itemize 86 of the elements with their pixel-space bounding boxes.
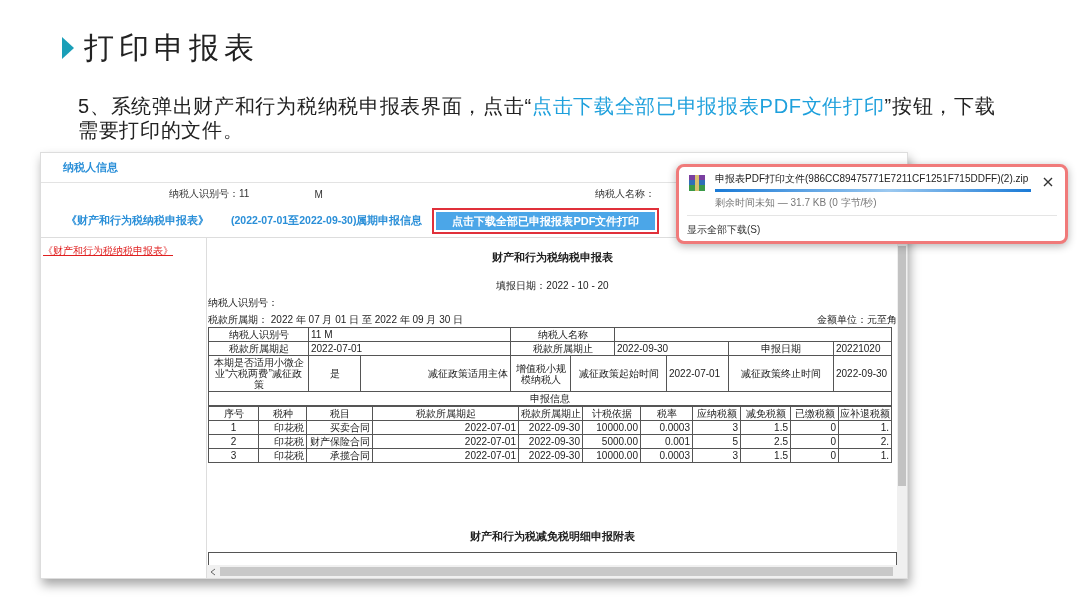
document-title: 财产和行为税纳税申报表	[492, 251, 613, 263]
tax-period-line: 税款所属期： 2022 年 07 月 01 日 至 2022 年 09 月 30 日	[208, 313, 464, 327]
table-cell: 1.5	[740, 420, 791, 435]
slide-title: 打印申报表	[84, 29, 259, 66]
report-title: 《财产和行为税纳税申报表》	[66, 214, 209, 228]
table-cell: 税款所属期止	[510, 341, 615, 356]
table-cell: 是	[308, 355, 361, 392]
download-pdf-button[interactable]: 点击下载全部已申报报表PDF文件打印	[432, 208, 660, 234]
table-cell: 印花税	[258, 434, 307, 449]
show-all-downloads-link[interactable]: 显示全部下载(S)	[687, 224, 761, 235]
table-cell: 纳税人识别号	[208, 327, 309, 342]
column-header: 计税依据	[582, 406, 641, 421]
table-cell: 减征政策终止时间	[728, 355, 834, 392]
table-cell: 1	[208, 420, 259, 435]
table-cell: 2022-07-01	[372, 448, 519, 463]
table-cell: 承揽合同	[306, 448, 373, 463]
file-name: 申报表PDF打印文件(986CC89475771E7211CF1251F715DDFF)(2).zip	[715, 173, 1030, 185]
table-cell: 税款所属期起	[208, 341, 309, 356]
column-header: 减免税额	[740, 406, 791, 421]
table-cell: 财产保险合同	[306, 434, 373, 449]
table-cell: 2022-09-30	[614, 341, 729, 356]
taxpayer-name-label: 纳税人名称：	[593, 187, 655, 201]
section-header: 纳税人信息	[63, 160, 118, 175]
table-cell: 1.	[838, 448, 892, 463]
instruction-text: 5、系统弹出财产和行为税纳税申报表界面，点击“点击下载全部已申报报表PDF文件打印”按钮，下载需要打印的文件。	[78, 94, 997, 142]
table-cell: 印花税	[258, 448, 307, 463]
table-cell: 本期是否适用小微企业“六税两费”减征政策	[208, 355, 309, 392]
table-cell: 增值税小规模纳税人	[510, 355, 571, 392]
table-cell: 减征政策起始时间	[570, 355, 667, 392]
triangle-marker-icon	[62, 37, 74, 59]
column-header: 税率	[640, 406, 693, 421]
amount-unit: 金额单位：元至角	[817, 313, 897, 327]
column-header: 已缴税额	[790, 406, 839, 421]
table-cell: 1.5	[740, 448, 791, 463]
table-cell: 2022-07-01	[372, 420, 519, 435]
column-header: 税种	[258, 406, 307, 421]
table-cell: 申报信息	[208, 391, 892, 406]
column-header: 应纳税额	[692, 406, 741, 421]
table-cell: 2022-09-30	[518, 420, 583, 435]
taxpayer-id-label: 纳税人识别号：11	[169, 187, 250, 201]
table-cell: 申报日期	[728, 341, 834, 356]
table-cell: 3	[692, 420, 741, 435]
close-icon	[1043, 177, 1053, 187]
horizontal-scrollbar[interactable]	[207, 565, 907, 578]
table-cell: 10000.00	[582, 420, 641, 435]
table-cell: 1.	[838, 420, 892, 435]
table-cell: 2	[208, 434, 259, 449]
table-cell: 2022-07-01	[308, 341, 511, 356]
table-cell: 2.5	[740, 434, 791, 449]
chevron-left-icon[interactable]	[210, 567, 216, 576]
table-cell: 0.001	[640, 434, 693, 449]
table-cell: 2022-09-30	[833, 355, 892, 392]
table-cell: 印花税	[258, 420, 307, 435]
column-header: 应补退税额	[838, 406, 892, 421]
taxpayer-id-suffix: M	[313, 188, 323, 200]
table-cell: 减征政策适用主体	[360, 355, 511, 392]
period-info: (2022-07-01至2022-09-30)属期申报信息	[231, 214, 423, 228]
archive-icon	[687, 173, 707, 193]
table-cell: 0	[790, 420, 839, 435]
table-cell: 11 M	[308, 327, 511, 342]
table-cell: 2.	[838, 434, 892, 449]
table-cell: 0.0003	[640, 420, 693, 435]
column-header: 税款所属期止	[518, 406, 583, 421]
table-cell: 0.0003	[640, 448, 693, 463]
column-header: 序号	[208, 406, 259, 421]
table-cell: 2022-09-30	[518, 434, 583, 449]
table-cell: 0	[790, 448, 839, 463]
column-header: 税款所属期起	[372, 406, 519, 421]
table-cell: 0	[790, 434, 839, 449]
table-cell: 2022-07-01	[666, 355, 729, 392]
table-cell: 3	[208, 448, 259, 463]
table-cell: 20221020	[833, 341, 892, 356]
table-cell: 3	[692, 448, 741, 463]
fill-date: 填报日期：2022 - 10 - 20	[496, 280, 609, 291]
table-cell: 买卖合同	[306, 420, 373, 435]
column-header: 税目	[306, 406, 373, 421]
table-cell: 纳税人名称	[510, 327, 615, 342]
taxpayer-id-line: 纳税人识别号：	[208, 297, 278, 308]
download-status: 剩余时间未知 — 31.7 KB (0 字节/秒)	[715, 196, 878, 210]
table-cell: 5000.00	[582, 434, 641, 449]
table-cell: 10000.00	[582, 448, 641, 463]
sidebar-link[interactable]: 《财产和行为税纳税申报表》	[41, 244, 206, 258]
table-cell: 2022-09-30	[518, 448, 583, 463]
table-cell: 5	[692, 434, 741, 449]
appendix-title: 财产和行为税减免税明细申报附表	[470, 530, 635, 542]
table-cell: 2022-07-01	[372, 434, 519, 449]
